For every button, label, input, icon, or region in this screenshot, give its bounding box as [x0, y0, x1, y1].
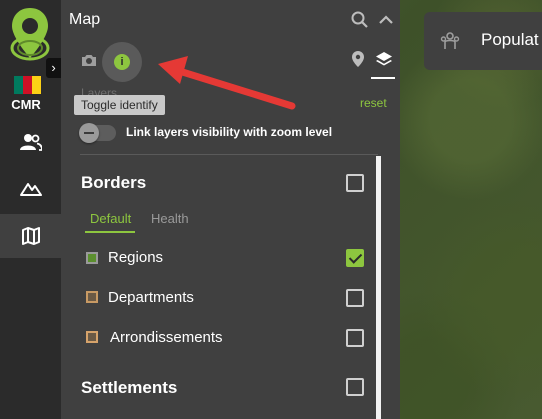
country-flag: [14, 76, 41, 94]
toggle-knob: [79, 123, 99, 143]
settlements-checkbox[interactable]: [346, 378, 364, 396]
rail-item-map[interactable]: [0, 214, 61, 258]
default-tab-underline: [85, 231, 135, 233]
departments-swatch: [86, 291, 98, 303]
rail-expand-button[interactable]: ›: [46, 58, 61, 78]
layer-label-regions: Regions: [108, 249, 164, 266]
app-logo[interactable]: [6, 6, 54, 62]
arrondissements-swatch: [86, 331, 98, 343]
regions-checkbox[interactable]: [346, 249, 364, 267]
rail-item-people[interactable]: [0, 120, 61, 164]
identify-button[interactable]: i: [102, 42, 142, 82]
tab-default[interactable]: Default: [90, 211, 131, 226]
camera-icon[interactable]: [81, 53, 97, 72]
link-visibility-toggle[interactable]: [79, 123, 116, 143]
population-icon: [440, 31, 460, 56]
departments-checkbox[interactable]: [346, 289, 364, 307]
layer-label-arrondissements: Arrondissements: [110, 329, 223, 346]
active-tab-underline: [371, 77, 395, 79]
arrondissements-checkbox[interactable]: [346, 329, 364, 347]
people-icon: [19, 134, 42, 151]
tab-layers-icon[interactable]: [375, 51, 393, 74]
map-panel: Map i Layers Toggle identify reset Link …: [61, 0, 400, 419]
mountain-icon: [19, 183, 42, 196]
scrollbar[interactable]: [376, 156, 381, 419]
left-rail: › CMR: [0, 0, 61, 419]
identify-tooltip: Toggle identify: [74, 95, 165, 115]
layer-label-departments: Departments: [108, 289, 194, 306]
section-title-settlements: Settlements: [81, 378, 178, 397]
population-card-label: Populat: [481, 30, 539, 49]
divider: [80, 154, 378, 155]
panel-title: Map: [69, 11, 101, 28]
info-icon: i: [114, 54, 130, 70]
rail-item-terrain[interactable]: [0, 166, 61, 210]
regions-swatch: [86, 252, 98, 264]
tab-health[interactable]: Health: [151, 211, 189, 226]
population-card[interactable]: Populat: [424, 12, 542, 70]
link-visibility-label: Link layers visibility with zoom level: [126, 125, 333, 139]
reset-link[interactable]: reset: [360, 96, 387, 110]
tab-location-pin-icon[interactable]: [352, 51, 364, 72]
country-code[interactable]: CMR: [0, 97, 52, 112]
collapse-chevron-up-icon[interactable]: [377, 11, 395, 29]
search-icon[interactable]: [351, 11, 369, 29]
borders-checkbox[interactable]: [346, 174, 364, 192]
map-icon: [21, 227, 40, 245]
section-title-borders: Borders: [81, 173, 147, 192]
